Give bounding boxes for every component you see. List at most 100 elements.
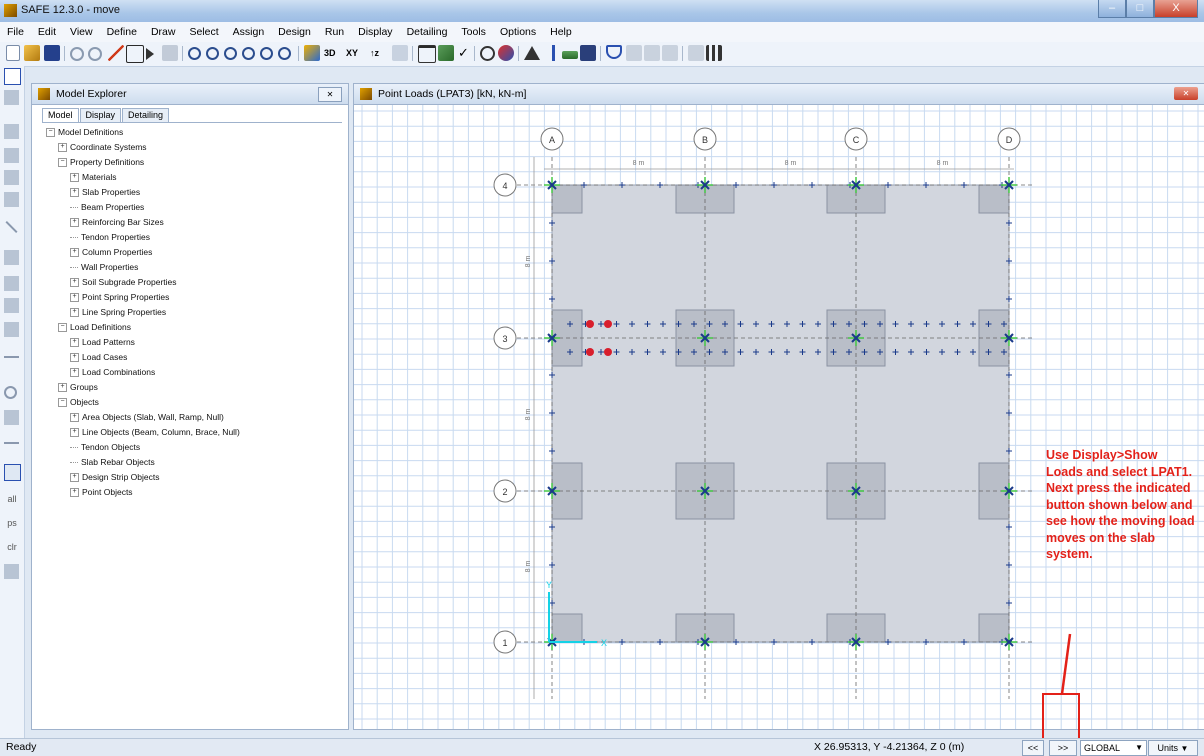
intersecting-select-icon[interactable] [4,564,19,579]
expand-icon[interactable]: + [70,413,79,423]
menu-detailing[interactable]: Detailing [400,26,455,38]
view-xy-button[interactable]: XY [346,45,368,61]
open-folder-icon[interactable] [24,45,40,61]
pointer-icon[interactable] [4,68,21,85]
pan-icon[interactable] [304,45,320,61]
collapse-icon[interactable]: − [58,158,67,168]
menu-tools[interactable]: Tools [454,26,493,38]
menu-help[interactable]: Help [543,26,579,38]
tree-node[interactable]: + Groups [58,382,98,393]
draw-area-icon[interactable] [4,192,19,207]
menu-display[interactable]: Display [351,26,399,38]
model-explorer-close-button[interactable]: ✕ [318,87,342,102]
redo-icon[interactable] [88,47,102,61]
previous-step-button[interactable]: << [1022,740,1044,756]
zoom-previous-icon[interactable] [260,47,273,60]
point-load-icon[interactable] [546,45,562,61]
new-file-icon[interactable] [6,45,20,61]
tree-node[interactable]: Tendon Objects [70,442,140,452]
menu-edit[interactable]: Edit [31,26,63,38]
draw-point-icon[interactable] [4,124,19,139]
draw-wall-icon[interactable] [4,298,19,313]
tree-node[interactable]: + Area Objects (Slab, Wall, Ramp, Null) [70,412,224,423]
close-button[interactable]: X [1154,0,1198,18]
color-icon[interactable] [498,45,514,61]
menu-run[interactable]: Run [318,26,351,38]
tree-node[interactable]: + Soil Subgrade Properties [70,277,177,288]
perspective-icon[interactable] [392,45,408,61]
expand-icon[interactable]: + [58,383,67,393]
tree-node[interactable]: − Model Definitions [46,127,123,138]
set-display-icon[interactable] [418,45,436,63]
previous-selection-button[interactable]: ps [2,518,22,528]
circle-draw-icon[interactable] [480,46,495,61]
menu-assign[interactable]: Assign [226,26,272,38]
zoom-step-icon[interactable] [278,47,291,60]
menu-draw[interactable]: Draw [144,26,183,38]
expand-icon[interactable]: + [70,473,79,483]
expand-icon[interactable]: + [70,488,79,498]
tree-node[interactable]: + Point Spring Properties [70,292,169,303]
tree-node[interactable]: Wall Properties [70,262,138,272]
menu-file[interactable]: File [0,26,31,38]
expand-icon[interactable]: + [70,278,79,288]
tree-node[interactable]: + Line Spring Properties [70,307,166,318]
snap-line-icon[interactable] [4,442,19,444]
tree-node[interactable]: Tendon Properties [70,232,150,242]
zoom-in-icon[interactable] [206,47,219,60]
draw-rect-icon[interactable] [4,170,19,185]
expand-icon[interactable]: + [70,368,79,378]
spring-icon[interactable] [562,51,578,59]
expand-icon[interactable]: + [70,248,79,258]
menu-view[interactable]: View [63,26,100,38]
collapse-icon[interactable]: − [46,128,55,138]
tree-node[interactable]: + Load Cases [70,352,127,363]
expand-icon[interactable]: + [70,293,79,303]
tree-node[interactable]: + Coordinate Systems [58,142,147,153]
pencil-icon[interactable] [108,45,124,61]
coordinate-system-select[interactable]: GLOBAL ▼ [1080,740,1147,756]
table-icon[interactable] [580,45,596,61]
expand-icon[interactable]: + [70,338,79,348]
tab-detailing[interactable]: Detailing [122,108,170,122]
shield-icon[interactable] [606,45,622,59]
draw-tendon-icon[interactable] [4,322,19,337]
tree-node[interactable]: + Load Patterns [70,337,135,348]
tree-node[interactable]: + Materials [70,172,116,183]
menu-options[interactable]: Options [493,26,543,38]
units-button[interactable]: Units ▼ [1148,740,1198,756]
expand-icon[interactable]: + [70,188,79,198]
draw-beam-icon[interactable] [4,250,19,265]
maximize-button[interactable]: □ [1126,0,1154,18]
tree-node[interactable]: − Objects [58,397,99,408]
tree-node[interactable]: + Design Strip Objects [70,472,159,483]
snap-icon[interactable] [4,410,19,425]
show-undeformed-icon[interactable] [438,45,454,61]
collapse-icon[interactable]: − [58,398,67,408]
expand-icon[interactable]: + [70,218,79,228]
next-step-button[interactable]: >> [1049,740,1077,756]
checkmark-icon[interactable]: ✓ [458,45,474,61]
book-icon[interactable] [706,45,722,61]
expand-icon[interactable]: + [70,428,79,438]
collapse-icon[interactable]: − [58,323,67,333]
tree-node[interactable]: + Reinforcing Bar Sizes [70,217,164,228]
zoom-out-icon[interactable] [224,47,237,60]
undo-icon[interactable] [70,47,84,61]
draw-slab-icon[interactable] [4,148,19,163]
tree-node[interactable]: + Line Objects (Beam, Column, Brace, Null… [70,427,240,438]
run-icon[interactable] [146,48,154,60]
tab-display[interactable]: Display [79,108,122,122]
tree-node[interactable]: − Load Definitions [58,322,131,333]
zoom-window-icon[interactable] [188,47,201,60]
plan-view-close-button[interactable]: ✕ [1174,87,1198,100]
zoom-extents-icon[interactable] [242,47,255,60]
select-all-button[interactable]: all [2,494,22,504]
lock-icon[interactable] [162,45,178,61]
grid-select-icon[interactable] [4,464,21,481]
reshape-icon[interactable] [4,90,19,105]
expand-icon[interactable]: + [70,353,79,363]
tree-node[interactable]: + Slab Properties [70,187,140,198]
expand-icon[interactable]: + [58,143,67,153]
draw-dimension-icon[interactable] [4,386,17,399]
